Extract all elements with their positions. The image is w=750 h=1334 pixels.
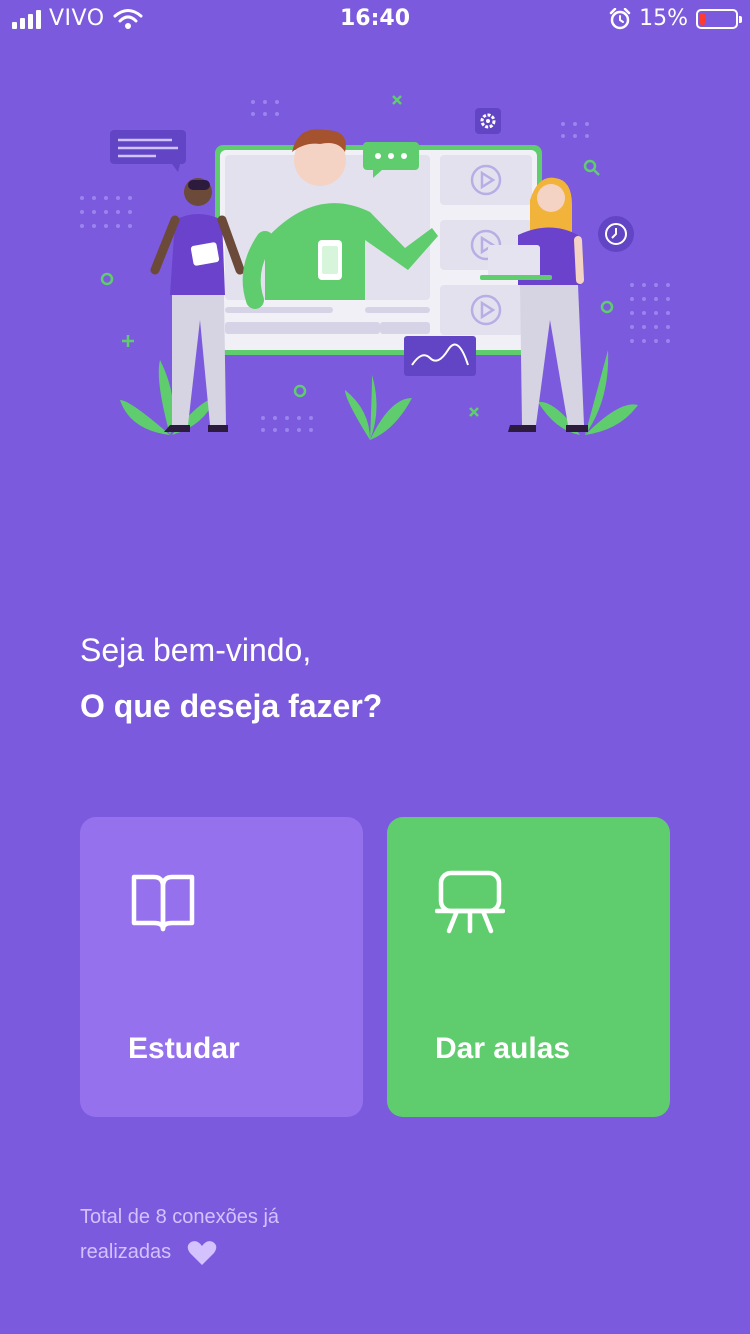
study-label: Estudar <box>128 1032 240 1065</box>
welcome-text: Seja bem-vindo, <box>80 632 312 668</box>
teach-label: Dar aulas <box>435 1032 571 1065</box>
question-title: O que deseja fazer? <box>80 688 383 724</box>
battery-icon <box>696 8 742 29</box>
gear-icon <box>475 108 501 134</box>
status-bar: VIVO 16:40 15% <box>0 0 750 40</box>
alarm-icon <box>609 7 631 29</box>
plant-right <box>538 350 638 435</box>
connections-text-line1: Total de 8 conexões já <box>80 1206 280 1228</box>
connections-text-line2-wrap: realizadas <box>80 1235 279 1270</box>
online-class-illustration <box>80 95 670 440</box>
battery-percent: 15% <box>639 6 688 31</box>
clock-icon <box>598 216 634 252</box>
presentation-icon <box>435 870 505 934</box>
status-right: 15% <box>609 6 742 31</box>
chart-icon <box>404 336 476 376</box>
teach-button[interactable] <box>387 817 670 1117</box>
study-button[interactable] <box>80 817 363 1117</box>
connections-text-line2: realizadas <box>80 1241 172 1263</box>
heart-icon <box>187 1240 217 1265</box>
plant-left <box>120 360 215 435</box>
search-icon <box>583 159 600 176</box>
dot-pattern-left <box>80 196 132 228</box>
plant-center <box>345 375 412 440</box>
book-icon <box>131 874 195 932</box>
connections-footer: Total de 8 conexões já realizadas <box>80 1200 279 1270</box>
dot-pattern-right <box>630 283 670 343</box>
message-bubble-icon <box>110 130 186 172</box>
